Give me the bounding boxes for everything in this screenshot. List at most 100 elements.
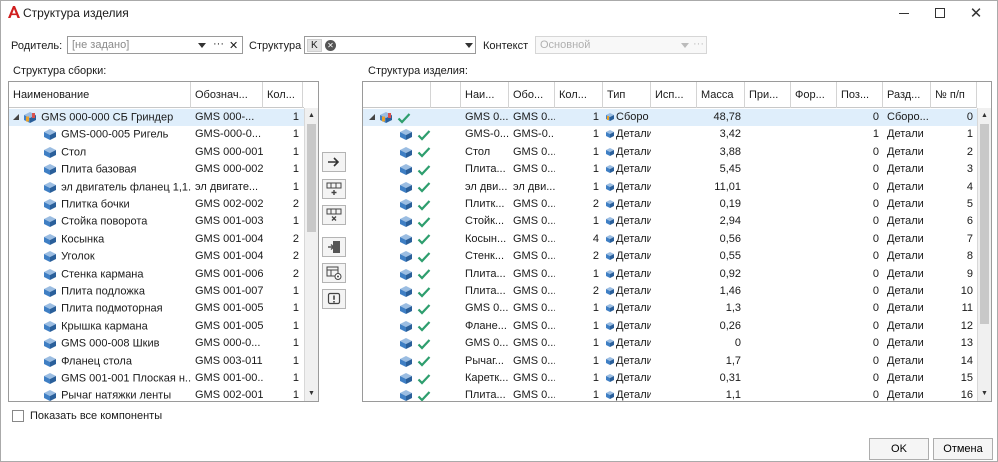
table-row[interactable]: Фланец стола GMS 003-011 1 [9,353,304,370]
part-type-icon [606,182,614,191]
left-grid-header: Наименование Обознач... Кол... [9,82,304,108]
maximize-button[interactable] [923,1,957,25]
close-button[interactable]: ✕ [959,1,993,25]
number-cell: 8 [966,250,973,263]
type-label: Детали [616,250,651,263]
type-label: Детали [616,215,651,228]
part-icon [44,320,56,332]
position-cell: 0 [872,163,879,176]
col-header-code[interactable]: Обознач... [191,82,263,108]
table-row[interactable]: Крышка кармана GMS 001-005 1 [9,318,304,335]
table-row[interactable]: GMS-000-005 Ригель GMS-000-0... 1 [9,126,304,143]
col-header-type[interactable]: Тип [603,82,651,108]
table-row[interactable]: GMS 000-008 Шкив GMS 000-0... 1 [9,335,304,352]
col-header-name[interactable]: Наи... [461,82,509,108]
left-scrollbar[interactable]: ▲ ▼ [304,108,318,401]
scroll-down-icon[interactable]: ▼ [305,386,318,400]
table-row[interactable]: Стойка поворота GMS 001-003 1 [9,213,304,230]
table-row[interactable]: Фланe... GMS 0... 1 Детали 0,26 0 Детали 12 [363,318,977,335]
table-row[interactable]: Плита... GMS 0... 2 Детали 1,46 0 Детали 10 [363,283,977,300]
warning-button[interactable] [322,289,346,309]
table-row[interactable]: Плита подмоторная GMS 001-005 1 [9,300,304,317]
col-header-section[interactable]: Разд... [883,82,931,108]
mass-cell: 0,26 [719,319,741,332]
col-header-code[interactable]: Обо... [509,82,555,108]
col-header-version[interactable]: Исп... [651,82,697,108]
table-row[interactable]: Плита... GMS 0... 1 Детали 5,45 0 Детали 3 [363,161,977,178]
table-row[interactable]: GMS 001-001 Плоская н... GMS 001-00... 1 [9,370,304,387]
collapse-icon[interactable] [13,114,20,121]
scroll-down-icon[interactable]: ▼ [978,386,991,400]
structure-select[interactable]: K ✕ [304,36,476,54]
table-row[interactable]: GMS 0... GMS 0... 1 Детали 0 0 Детали 13 [363,335,977,352]
chevron-down-icon[interactable] [198,43,206,48]
col-header-position[interactable]: Поз... [837,82,883,108]
part-icon [400,338,412,350]
table-row[interactable]: Стенка кармана GMS 001-006 2 [9,266,304,283]
parent-field[interactable]: [не задано] ··· ✕ [67,36,243,54]
name-cell: GMS-0... [465,128,509,141]
add-to-structure-button[interactable] [322,152,346,172]
scroll-up-icon[interactable]: ▲ [305,108,318,122]
remove-tag-icon[interactable]: ✕ [325,40,336,51]
right-scrollbar[interactable]: ▲ ▼ [977,108,991,401]
table-row[interactable]: Стенк... GMS 0... 2 Детали 0,55 0 Детали 8 [363,248,977,265]
table-row[interactable]: GMS 000-000 СБ Гриндер GMS 000-... 1 [9,109,304,127]
ok-button[interactable]: OK [869,438,929,460]
col-header-format[interactable]: Фор... [791,82,837,108]
insert-row-button[interactable] [322,179,346,199]
col-header-qty[interactable]: Кол... [555,82,603,108]
scroll-up-icon[interactable]: ▲ [978,108,991,122]
scroll-thumb[interactable] [307,124,316,232]
check-icon [417,373,431,385]
table-row[interactable]: GMS 0... GMS 0... 1 Сборо 48,78 0 Сборо... 0 [363,109,977,127]
part-icon [44,390,56,401]
table-row[interactable]: GMS-0... GMS-0... 1 Детали 3,42 1 Детали 1 [363,126,977,143]
col-header-name[interactable]: Наименование [9,82,191,108]
type-cell: Детали [603,318,651,335]
table-row[interactable]: Плитк... GMS 0... 2 Детали 0,19 0 Детали 5 [363,196,977,213]
export-button[interactable] [322,237,346,257]
part-icon [400,251,412,263]
table-settings-button[interactable] [322,263,346,283]
table-row[interactable]: эл дви... эл дви... 1 Детали 11,01 0 Детали 4 [363,179,977,196]
section-cell: Детали [887,267,924,280]
table-row[interactable]: Каретк... GMS 0... 1 Детали 0,31 0 Детали 15 [363,370,977,387]
collapse-icon[interactable] [369,114,376,121]
table-row[interactable]: GMS 0... GMS 0... 1 Детали 1,3 0 Детали 11 [363,300,977,317]
parent-browse-button[interactable]: ··· [213,38,224,50]
type-label: Детали [616,198,651,210]
show-all-checkbox[interactable] [12,410,24,422]
icon-cell [363,248,431,265]
table-row[interactable]: эл двигатель фланец 1,1... эл двигате... 1 [9,179,304,196]
table-row[interactable]: Стойк... GMS 0... 1 Детали 2,94 0 Детали 6 [363,213,977,230]
table-row[interactable]: Рычаг натяжки ленты GMS 002-001 1 [9,387,304,401]
table-row[interactable]: Плита подложка GMS 001-007 1 [9,283,304,300]
delete-row-button[interactable] [322,205,346,225]
table-row[interactable]: Стол GMS 0... 1 Детали 3,88 0 Детали 2 [363,144,977,161]
col-header-number[interactable]: № п/п [931,82,977,108]
parent-clear-button[interactable]: ✕ [229,39,238,52]
table-row[interactable]: Косын... GMS 0... 4 Детали 0,56 0 Детали 7 [363,231,977,248]
table-row[interactable]: Рычаг... GMS 0... 1 Детали 1,7 0 Детали 14 [363,353,977,370]
table-row[interactable]: Стол GMS 000-001 1 [9,144,304,161]
chevron-down-icon[interactable] [465,43,473,48]
warning-icon [327,292,341,305]
table-row[interactable]: Плита базовая GMS 000-002 1 [9,161,304,178]
table-row[interactable]: Косынка GMS 001-004 2 [9,231,304,248]
col-header-mass[interactable]: Масса [697,82,745,108]
name-cell: Косынка [9,231,191,248]
icon-cell [363,179,431,196]
scroll-thumb[interactable] [980,124,989,324]
table-row[interactable]: Плита... GMS 0... 1 Детали 0,92 0 Детали 9 [363,266,977,283]
table-row[interactable]: Плитка бочки GMS 002-002 2 [9,196,304,213]
part-icon [400,146,412,158]
col-header-qty[interactable]: Кол... [263,82,303,108]
minimize-button[interactable] [887,1,921,25]
check-icon [417,164,431,176]
table-row[interactable]: Плита... GMS 0... 1 Детали 1,1 0 Детали 16 [363,387,977,401]
table-row[interactable]: Уголок GMS 001-004 2 [9,248,304,265]
name-cell: Плита подмоторная [9,300,191,317]
col-header-note[interactable]: При... [745,82,791,108]
cancel-button[interactable]: Отмена [933,438,993,460]
